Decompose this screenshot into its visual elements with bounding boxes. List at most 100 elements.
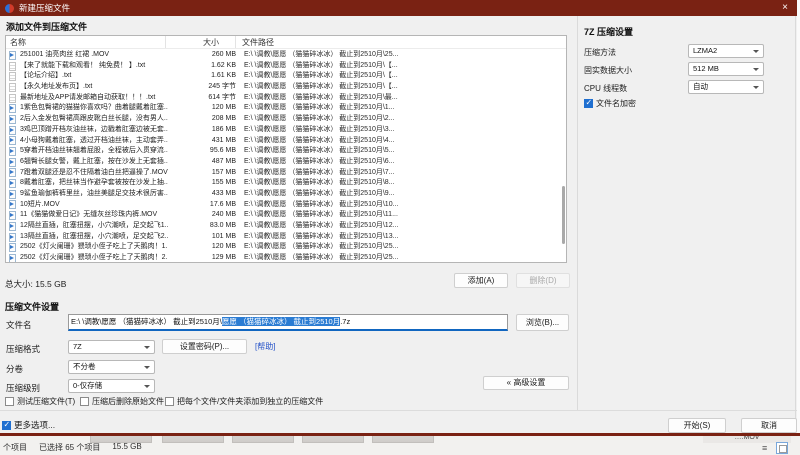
table-row[interactable]: 4小母狗戴着肛塞，透过开档油丝袜，主动套弄... 431 MB E:\ \调教\愿愿…: [6, 136, 566, 147]
table-row[interactable]: 6翘臀长腿女警，戴上肛塞，按在沙发上无套插... 487 MB E:\ \调教\愿愿…: [6, 157, 566, 168]
file-path: E:\ \调教\愿愿 （猫猫碎冰冰） 截止到2510月\25...: [244, 243, 399, 251]
solid-size-label: 固实数据大小: [584, 66, 632, 75]
media-file-icon: [9, 136, 16, 146]
checkbox-checked-icon[interactable]: [584, 98, 593, 108]
file-list[interactable]: 名称 大小 文件路径 251001 油亮肉丝 红裙 .MOV 260 MB E:\ …: [5, 35, 567, 263]
add-files-heading: 添加文件到压缩文件: [6, 22, 88, 32]
file-path: E:\ \调教\愿愿 （猫猫碎冰冰） 截止到2510月\最...: [244, 93, 398, 101]
file-name: 【来了就能下载和观看！ 纯免费！ 】.txt: [20, 61, 146, 69]
file-name: 最新地址及APP请发邮箱自动获取！！！.txt: [20, 93, 156, 101]
table-row[interactable]: 10短片.MOV 17.6 MB E:\ \调教\愿愿 （猫猫碎冰冰） 截止到251…: [6, 200, 566, 211]
format-value: 7Z: [73, 342, 82, 351]
checkbox-icon[interactable]: [165, 396, 174, 406]
solid-size-value: 512 MB: [693, 64, 719, 73]
file-size: 260 MB: [211, 51, 236, 58]
column-name[interactable]: 名称: [6, 36, 166, 48]
file-path: E:\ \调教\愿愿 （猫猫碎冰冰） 截止到2510月\25...: [244, 51, 399, 58]
file-path: E:\ \调教\愿愿 （猫猫碎冰冰） 截止到2510月\10...: [244, 200, 399, 208]
level-dropdown[interactable]: 0-仅存储: [68, 379, 155, 393]
table-row[interactable]: 2后入金发包臀裙高跟皮靴白丝长腿，没有男人... 208 MB E:\ \调教\愿愿…: [6, 114, 566, 125]
advanced-settings-button[interactable]: « 高级设置: [483, 376, 569, 390]
table-row[interactable]: 13隔丝直插，肛塞扭摆，小穴潮喷，足交起飞2... 101 MB E:\ \调教\愿…: [6, 232, 566, 243]
cancel-button[interactable]: 取消: [741, 418, 797, 433]
format-dropdown[interactable]: 7Z: [68, 340, 155, 354]
checkbox-icon[interactable]: [80, 396, 89, 406]
status-items: 个项目: [3, 443, 27, 452]
status-size: 15.5 GB: [112, 442, 142, 451]
media-file-icon: [9, 157, 16, 167]
method-label: 压缩方法: [584, 48, 616, 57]
solid-size-dropdown[interactable]: 512 MB: [688, 62, 764, 76]
table-row[interactable]: 1紫色包臀裙的猫猫你喜欢吗？曲着腿戴着肛塞... 120 MB E:\ \调教\愿愿…: [6, 103, 566, 114]
close-icon[interactable]: ×: [782, 0, 788, 16]
file-size: 120 MB: [211, 243, 236, 251]
table-row[interactable]: 【永久地址发布页】.txt 245 字节 E:\ \调教\愿愿 （猫猫碎冰冰） 截止…: [6, 82, 566, 93]
table-row[interactable]: 【来了就能下载和观看！ 纯免费！ 】.txt 1.62 KB E:\ \调教\愿愿 …: [6, 61, 566, 72]
checkbox-checked-icon[interactable]: [2, 420, 11, 430]
file-path: E:\ \调教\愿愿 （猫猫碎冰冰） 截止到2510月\7...: [244, 168, 395, 176]
add-button[interactable]: 添加(A): [454, 273, 508, 288]
chevron-down-icon: [144, 385, 150, 388]
file-path: E:\ \调教\愿愿 （猫猫碎冰冰） 截止到2510月\【...: [244, 83, 398, 91]
file-size: 487 MB: [211, 157, 236, 165]
chevron-down-icon: [144, 346, 150, 349]
column-size[interactable]: 大小: [166, 36, 236, 48]
table-row[interactable]: 5穿着开档油丝袜翘着屁股，全程被后入贯穿流... 95.6 MB E:\ \调教\愿…: [6, 146, 566, 157]
media-file-icon: [9, 221, 16, 231]
file-list-body: 251001 油亮肉丝 红裙 .MOV 260 MB E:\ \调教\愿愿 （猫猫碎…: [6, 50, 566, 262]
table-row[interactable]: 7蹬着双腿还是忍不住隔着油白丝把逼操了.MOV 157 MB E:\ \调教\愿愿 …: [6, 168, 566, 179]
vertical-scrollbar[interactable]: [562, 186, 565, 244]
table-row[interactable]: 12隔丝直插，肛塞扭摆，小穴潮喷，足交起飞1... 83.0 MB E:\ \调教\…: [6, 221, 566, 232]
cpu-threads-dropdown[interactable]: 自动: [688, 80, 764, 94]
table-row[interactable]: 9鲨鱼瑜伽裤裤里丝，油丝美腿足交技术很厉害... 433 MB E:\ \调教\愿愿…: [6, 189, 566, 200]
media-file-icon: [9, 200, 16, 210]
chevron-down-icon: [144, 366, 150, 369]
table-row[interactable]: 【论坛介绍】.txt 1.61 KB E:\ \调教\愿愿 （猫猫碎冰冰） 截止到2…: [6, 71, 566, 82]
checkbox-delete-after-label: 压缩后删除原始文件: [92, 397, 164, 406]
table-row[interactable]: 8戴着肛塞，把丝袜当作避孕套被按在沙发上抽... 155 MB E:\ \调教\愿愿…: [6, 178, 566, 189]
file-size: 614 字节: [208, 93, 236, 101]
checkbox-separate-archives[interactable]: 把每个文件/文件夹添加到独立的压缩文件: [165, 396, 323, 407]
media-file-icon: [9, 211, 16, 221]
column-path[interactable]: 文件路径: [236, 36, 566, 48]
table-row[interactable]: 2502《灯火阑珊》猥琐小侄子吃上了天鹅肉！2... 129 MB E:\ \调教\…: [6, 253, 566, 262]
total-size-label: 总大小: 15.5 GB: [5, 279, 67, 289]
help-link[interactable]: [帮助]: [255, 341, 275, 352]
text-file-icon: [9, 61, 16, 71]
file-size: 95.6 MB: [209, 147, 236, 155]
filename-input[interactable]: E:\ \调教\愿愿 （猫猫碎冰冰） 截止到2510月\愿愿 （猫猫碎冰冰） 截…: [68, 314, 508, 331]
text-file-icon: [9, 93, 16, 103]
file-name: 9鲨鱼瑜伽裤裤里丝，油丝美腿足交技术很厉害...: [20, 189, 168, 197]
file-name: 3鸡巴顶蹭开档灰油丝袜，边戳着肛塞边被无套...: [20, 125, 168, 133]
file-path: E:\ \调教\愿愿 （猫猫碎冰冰） 截止到2510月\1...: [244, 104, 395, 112]
filename-label: 文件名: [6, 320, 32, 330]
list-view-icon[interactable]: ≡: [762, 444, 767, 453]
table-row[interactable]: 最新地址及APP请发邮箱自动获取！！！.txt 614 字节 E:\ \调教\愿愿 …: [6, 93, 566, 104]
checkbox-delete-after[interactable]: 压缩后删除原始文件: [80, 396, 164, 407]
file-name: 6翘臀长腿女警，戴上肛塞，按在沙发上无套插...: [20, 157, 168, 165]
encrypt-filenames-checkbox[interactable]: 文件名加密: [584, 98, 636, 109]
background-window-strip: ….MOV 个项目 已选择 65 个项目 15.5 GB ≡: [0, 433, 800, 455]
method-dropdown[interactable]: LZMA2: [688, 44, 764, 58]
file-size: 1.61 KB: [211, 72, 236, 80]
file-name: 2后入金发包臀裙高跟皮靴白丝长腿，没有男人...: [20, 115, 168, 123]
checkbox-icon[interactable]: [5, 396, 14, 406]
set-password-button[interactable]: 设置密码(P)...: [162, 339, 247, 354]
media-file-icon: [9, 168, 16, 178]
table-row[interactable]: 3鸡巴顶蹭开档灰油丝袜，边戳着肛塞边被无套... 186 MB E:\ \调教\愿愿…: [6, 125, 566, 136]
chevron-down-icon: [753, 68, 759, 71]
start-button[interactable]: 开始(S): [668, 418, 726, 433]
checkbox-test-archive[interactable]: 测试压缩文件(T): [5, 396, 75, 407]
file-size: 17.6 MB: [209, 200, 236, 208]
browse-button[interactable]: 浏览(B)...: [516, 314, 569, 331]
delete-button[interactable]: 删除(D): [516, 273, 570, 288]
table-row[interactable]: 2502《灯火阑珊》猥琐小侄子吃上了天鹅肉！1... 120 MB E:\ \调教\…: [6, 242, 566, 253]
more-options-label: 更多选项...: [14, 420, 56, 430]
table-row[interactable]: 251001 油亮肉丝 红裙 .MOV 260 MB E:\ \调教\愿愿 （猫猫碎…: [6, 50, 566, 61]
table-row[interactable]: 11《猫猫做爱日记》无缝灰丝珍珠内裤.MOV 240 MB E:\ \调教\愿愿 （…: [6, 210, 566, 221]
more-options-toggle[interactable]: 更多选项...: [2, 419, 55, 431]
grid-view-icon[interactable]: [776, 442, 788, 454]
volume-dropdown[interactable]: 不分卷: [68, 360, 155, 374]
file-path: E:\ \调教\愿愿 （猫猫碎冰冰） 截止到2510月\【...: [244, 61, 398, 69]
file-path: E:\ \调教\愿愿 （猫猫碎冰冰） 截止到2510月\3...: [244, 125, 395, 133]
